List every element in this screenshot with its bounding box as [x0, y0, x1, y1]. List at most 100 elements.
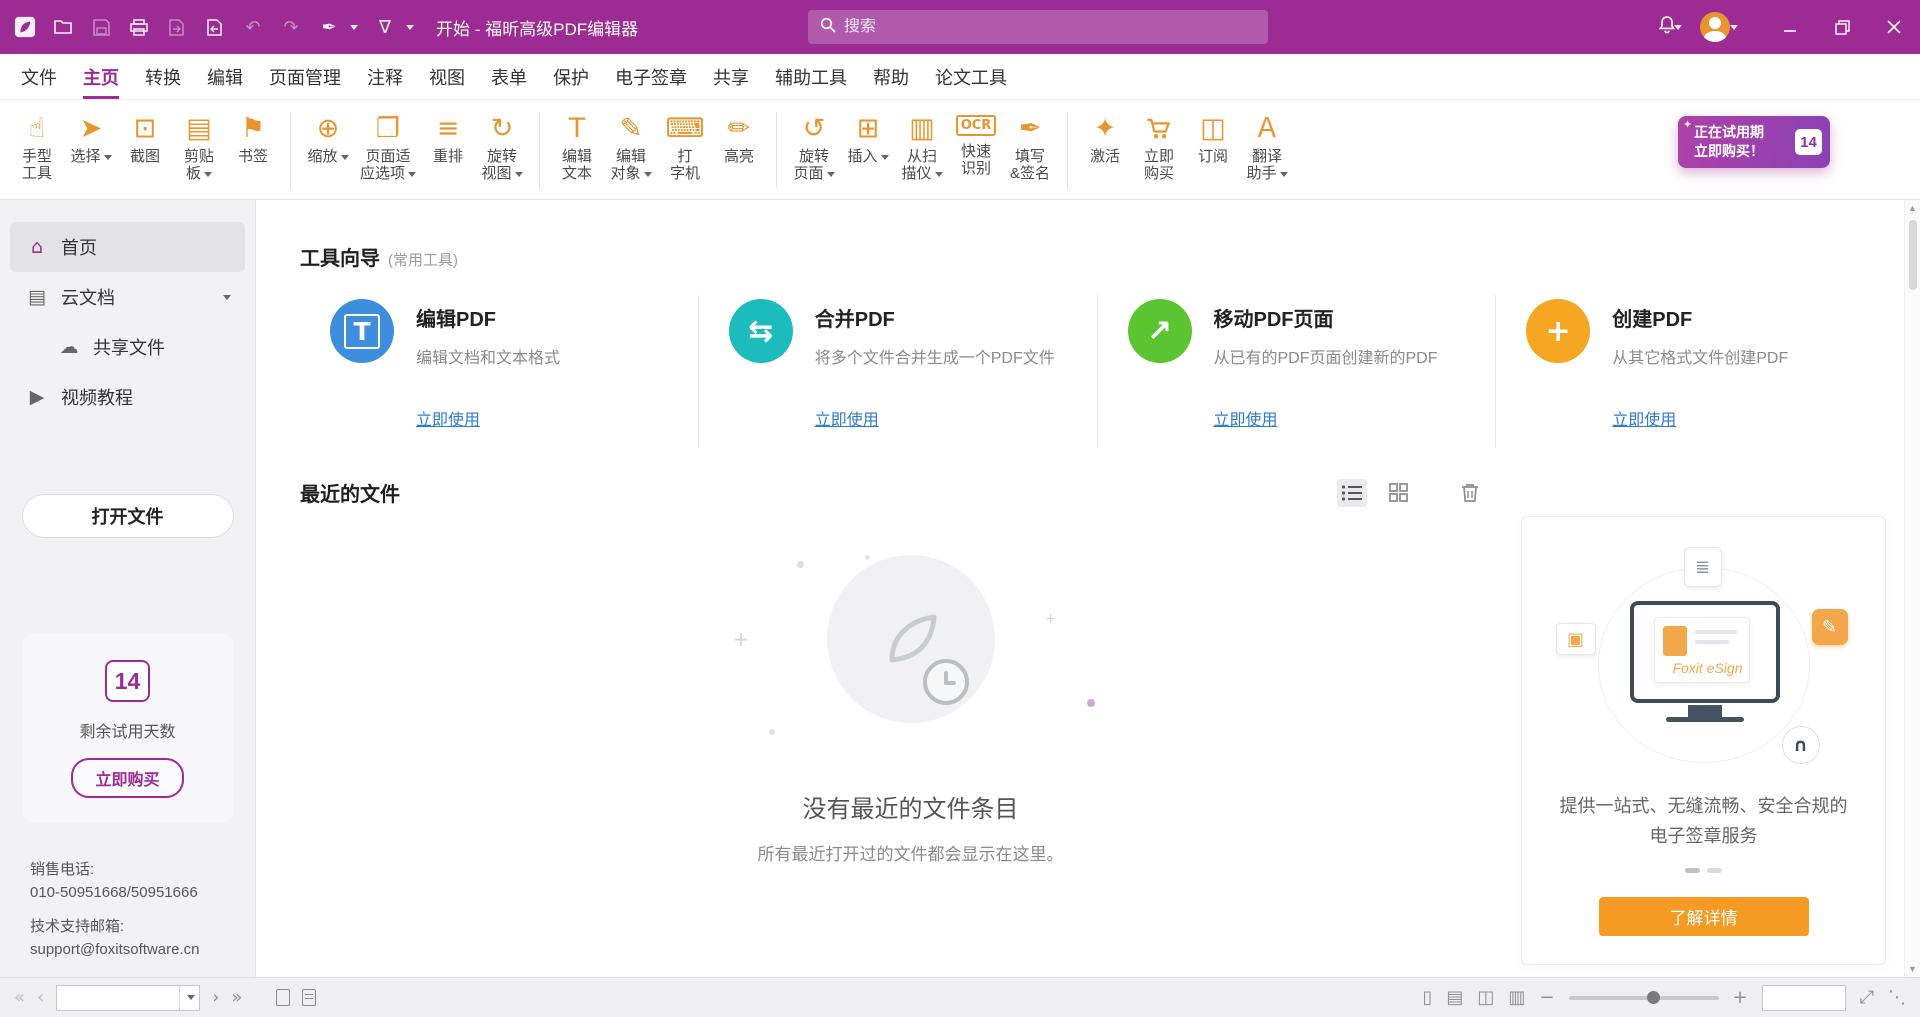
menu-edit[interactable]: 编辑 — [207, 54, 243, 99]
single-page-view-icon[interactable]: ▯ — [1422, 989, 1432, 1007]
zoom-caret[interactable] — [341, 155, 349, 160]
ribbon-tool-hand[interactable]: ☝ 手型 工具 — [10, 104, 64, 197]
continuous-page-layout-icon[interactable] — [302, 989, 316, 1006]
undo-icon[interactable]: ↶ — [242, 16, 264, 38]
menu-protect[interactable]: 保护 — [553, 54, 589, 99]
book-view-icon[interactable]: ▥ — [1508, 989, 1525, 1007]
trial-banner[interactable]: 正在试用期 立即购买！ 14 — [1678, 116, 1830, 168]
card-merge-pdf[interactable]: ⇆ 合并PDF 将多个文件合并生成一个PDF文件 立即使用 — [699, 295, 1098, 448]
signature-tool-icon[interactable]: ✒ — [318, 16, 340, 38]
ribbon-tool-edit-object[interactable]: ✎ 编辑 对象 — [604, 104, 658, 197]
open-file-icon[interactable] — [52, 16, 74, 38]
ribbon-tool-reflow[interactable]: ≡ 重排 — [421, 104, 475, 197]
ribbon-tool-subscribe[interactable]: ◫ 订阅 — [1186, 104, 1240, 197]
move-pdf-pages-use-now-link[interactable]: 立即使用 — [1214, 406, 1278, 430]
menu-share[interactable]: 共享 — [713, 54, 749, 99]
menu-convert[interactable]: 转换 — [145, 54, 181, 99]
open-file-button[interactable]: 打开文件 — [22, 494, 234, 538]
continuous-view-icon[interactable]: ▤ — [1446, 989, 1463, 1007]
carousel-dots[interactable] — [1685, 868, 1722, 873]
import-doc-icon[interactable] — [204, 16, 226, 38]
insert-caret[interactable] — [881, 155, 889, 160]
minimize-button[interactable] — [1764, 0, 1816, 54]
ribbon-tool-edit-text[interactable]: T 编辑 文本 — [550, 104, 604, 197]
grid-view-icon[interactable] — [1383, 479, 1413, 507]
export-doc-icon[interactable] — [166, 16, 188, 38]
page-number-dropdown[interactable] — [179, 986, 199, 1010]
facing-view-icon[interactable]: ◫ — [1477, 989, 1494, 1007]
ribbon-tool-zoom[interactable]: ⊕ 缩放 — [301, 104, 355, 197]
merge-pdf-use-now-link[interactable]: 立即使用 — [815, 406, 879, 430]
ribbon-tool-insert[interactable]: ⊞ 插入 — [841, 104, 895, 197]
scanner-caret[interactable] — [935, 172, 943, 177]
first-page-button[interactable]: « — [14, 989, 25, 1007]
single-page-layout-icon[interactable] — [276, 989, 290, 1006]
ribbon-tool-bookmark[interactable]: ⚑ 书签 — [226, 104, 280, 197]
rotate-pages-caret[interactable] — [827, 172, 835, 177]
scrollbar[interactable]: ▲ ▼ — [1904, 200, 1920, 977]
menu-file[interactable]: 文件 — [21, 54, 57, 99]
ribbon-tool-rotate-pages[interactable]: ↺ 旋转 页面 — [787, 104, 841, 197]
search-input[interactable] — [844, 18, 1256, 36]
menu-esign[interactable]: 电子签章 — [615, 54, 687, 99]
last-page-button[interactable]: » — [231, 989, 242, 1007]
menu-page-management[interactable]: 页面管理 — [269, 54, 341, 99]
menu-comment[interactable]: 注释 — [367, 54, 403, 99]
restore-button[interactable] — [1816, 0, 1868, 54]
clear-recent-trash-icon[interactable] — [1455, 479, 1485, 507]
close-button[interactable] — [1868, 0, 1920, 54]
clipboard-caret[interactable] — [204, 172, 212, 177]
ribbon-tool-highlight[interactable]: ✏ 高亮 — [712, 104, 766, 197]
menu-paper-tools[interactable]: 论文工具 — [935, 54, 1007, 99]
sidebar-item-video-tutorials[interactable]: ▶ 视频教程 — [10, 372, 245, 422]
ribbon-tool-snapshot[interactable]: ⊡ 截图 — [118, 104, 172, 197]
ribbon-tool-page-fit[interactable]: ❐ 页面适 应选项 — [355, 104, 421, 197]
redo-icon[interactable]: ↷ — [280, 16, 302, 38]
create-pdf-use-now-link[interactable]: 立即使用 — [1612, 406, 1676, 430]
menu-view[interactable]: 视图 — [429, 54, 465, 99]
zoom-out-button[interactable]: − — [1539, 989, 1554, 1007]
rotate-view-caret[interactable] — [515, 172, 523, 177]
card-create-pdf[interactable]: + 创建PDF 从其它格式文件创建PDF 立即使用 — [1496, 295, 1894, 448]
fit-window-icon[interactable]: ⤢ — [1860, 989, 1874, 1007]
list-view-icon[interactable] — [1337, 479, 1367, 507]
ribbon-tool-typewriter[interactable]: ⌨ 打 字机 — [658, 104, 712, 197]
ribbon-tool-from-scanner[interactable]: ▥ 从扫 描仪 — [895, 104, 949, 197]
previous-page-button[interactable]: ‹ — [37, 989, 44, 1007]
cloud-docs-caret[interactable] — [223, 295, 231, 300]
support-email-address[interactable]: support@foxitsoftware.cn — [30, 938, 199, 961]
ribbon-tool-quick-ocr[interactable]: OCR 快速 识别 — [949, 104, 1003, 197]
learn-more-button[interactable]: 了解详情 — [1599, 897, 1809, 936]
card-move-pdf-pages[interactable]: ↗ 移动PDF页面 从已有的PDF页面创建新的PDF 立即使用 — [1098, 295, 1497, 448]
ribbon-tool-fill-sign[interactable]: ✒ 填写 &签名 — [1003, 104, 1057, 197]
ribbon-tool-buy-now[interactable]: 立即 购买 — [1132, 104, 1186, 197]
resize-grip-icon[interactable]: ⋱ — [1888, 989, 1906, 1007]
signature-dropdown-caret[interactable] — [350, 25, 358, 30]
page-number-input[interactable] — [57, 986, 179, 1010]
sidebar-item-cloud-docs[interactable]: ▤ 云文档 — [10, 272, 245, 322]
menu-accessibility[interactable]: 辅助工具 — [775, 54, 847, 99]
edit-pdf-use-now-link[interactable]: 立即使用 — [416, 406, 480, 430]
customize-dropdown-caret[interactable] — [406, 25, 414, 30]
ribbon-tool-clipboard[interactable]: ▤ 剪贴 板 — [172, 104, 226, 197]
ribbon-tool-select[interactable]: ➤ 选择 — [64, 104, 118, 197]
save-icon[interactable] — [90, 16, 112, 38]
scrollbar-thumb[interactable] — [1909, 220, 1917, 290]
sidebar-item-home[interactable]: ⌂ 首页 — [10, 222, 245, 272]
scroll-up-icon[interactable]: ▲ — [1908, 200, 1917, 216]
menu-home[interactable]: 主页 — [83, 54, 119, 99]
menu-help[interactable]: 帮助 — [873, 54, 909, 99]
zoom-level-input[interactable] — [1762, 985, 1846, 1011]
zoom-in-button[interactable]: + — [1733, 989, 1748, 1007]
customize-quickbar-icon[interactable]: ∇ — [374, 16, 396, 38]
card-edit-pdf[interactable]: T 编辑PDF 编辑文档和文本格式 立即使用 — [300, 295, 699, 448]
sidebar-item-shared-files[interactable]: ☁ 共享文件 — [10, 322, 245, 372]
translate-caret[interactable] — [1280, 172, 1288, 177]
scroll-down-icon[interactable]: ▼ — [1908, 961, 1917, 977]
next-page-button[interactable]: › — [212, 989, 219, 1007]
page-number-box[interactable] — [56, 985, 200, 1011]
ribbon-tool-translate[interactable]: Ａ 翻译 助手 — [1240, 104, 1294, 197]
ribbon-tool-activate[interactable]: ✦ 激活 — [1078, 104, 1132, 197]
sidebar-buy-now-button[interactable]: 立即购买 — [71, 758, 183, 798]
page-fit-caret[interactable] — [408, 172, 416, 177]
